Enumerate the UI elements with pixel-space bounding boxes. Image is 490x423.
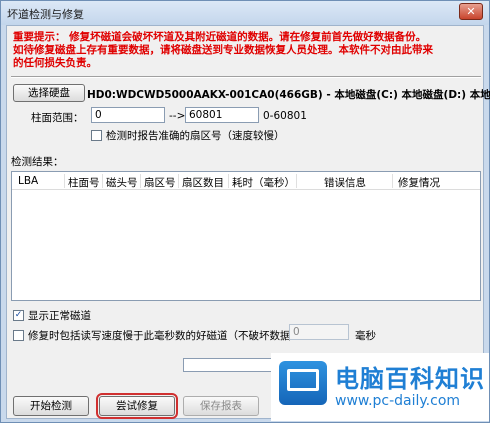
ms-unit-label: 毫秒 — [355, 330, 376, 342]
watermark-url: www.pc-daily.com — [335, 393, 461, 409]
column-separator — [178, 174, 179, 188]
column-error[interactable]: 错误信息 — [324, 175, 366, 190]
select-disk-button[interactable]: 选择硬盘 — [13, 84, 85, 102]
watermark-logo: 电脑百科知识 www.pc-daily.com — [271, 353, 489, 421]
warning-line-1: 重要提示： 修复坏磁道会破坏坏道及其附近磁道的数据。请在修复前首先做好数据备份。 — [13, 31, 427, 43]
accurate-sector-option[interactable]: 检测时报告准确的扇区号（速度较慢） — [91, 128, 285, 143]
monitor-screen-shape — [287, 369, 319, 391]
show-normal-checkbox[interactable]: ✓ — [13, 309, 24, 321]
try-repair-button[interactable]: 尝试修复 — [96, 393, 178, 419]
column-sector[interactable]: 扇区号 — [144, 175, 176, 190]
show-normal-label: 显示正常磁道 — [28, 310, 91, 322]
slow-ms-input[interactable]: 0 — [289, 324, 349, 340]
watermark-title: 电脑百科知识 — [335, 365, 485, 393]
cylinder-range-hint: 0-60801 — [263, 110, 307, 122]
column-separator — [296, 174, 297, 188]
column-sector-count[interactable]: 扇区数目 — [182, 175, 224, 190]
column-cylinder[interactable]: 柱面号 — [68, 175, 100, 190]
cylinder-range-label: 柱面范围： — [31, 112, 84, 124]
range-arrow: --> — [169, 110, 186, 122]
separator — [11, 76, 481, 78]
start-detect-button[interactable]: 开始检测 — [13, 396, 89, 416]
results-table[interactable]: LBA 柱面号 磁头号 扇区号 扇区数目 耗时（毫秒） 错误信息 修复情况 — [11, 171, 481, 301]
warning-text: 重要提示： 修复坏磁道会破坏坏道及其附近磁道的数据。请在修复前首先做好数据备份。… — [13, 31, 479, 70]
column-head[interactable]: 磁头号 — [106, 175, 138, 190]
column-repair[interactable]: 修复情况 — [398, 175, 440, 190]
title-bar: 坏道检测与修复 ✕ — [1, 1, 489, 25]
column-separator — [140, 174, 141, 188]
accurate-sector-checkbox[interactable] — [91, 129, 102, 141]
cylinder-start-input[interactable]: 0 — [91, 107, 165, 123]
column-separator — [228, 174, 229, 188]
save-report-button[interactable]: 保存报表 — [183, 396, 259, 416]
column-separator — [64, 174, 65, 188]
show-normal-option[interactable]: ✓ 显示正常磁道 — [13, 308, 91, 323]
window-title: 坏道检测与修复 — [7, 8, 84, 21]
slow-tracks-label: 修复时包括读写速度慢于此毫秒数的好磁道（不破坏数据）： — [28, 330, 307, 342]
slow-tracks-option[interactable]: 修复时包括读写速度慢于此毫秒数的好磁道（不破坏数据）： — [13, 328, 306, 343]
slow-tracks-checkbox[interactable] — [13, 329, 24, 341]
warning-line-2: 如待修复磁盘上存有重要数据，请将磁盘送到专业数据恢复人员处理。本软件不对由此带来 — [13, 44, 433, 56]
column-separator — [102, 174, 103, 188]
monitor-icon — [279, 361, 327, 405]
bad-sector-dialog: 坏道检测与修复 ✕ 重要提示： 修复坏磁道会破坏坏道及其附近磁道的数据。请在修复… — [0, 0, 490, 423]
column-time[interactable]: 耗时（毫秒） — [232, 175, 295, 190]
results-header: LBA 柱面号 磁头号 扇区号 扇区数目 耗时（毫秒） 错误信息 修复情况 — [12, 172, 480, 190]
cylinder-end-input[interactable]: 60801 — [185, 107, 259, 123]
warning-line-3: 的任何损失负责。 — [13, 57, 97, 69]
disk-info: HD0:WDCWD5000AAKX-001CA0(466GB) - 本地磁盘(C… — [87, 89, 490, 101]
results-label: 检测结果： — [11, 156, 64, 168]
column-lba[interactable]: LBA — [18, 175, 38, 187]
accurate-sector-label: 检测时报告准确的扇区号（速度较慢） — [106, 130, 285, 142]
column-separator — [392, 174, 393, 188]
close-button[interactable]: ✕ — [459, 3, 483, 20]
